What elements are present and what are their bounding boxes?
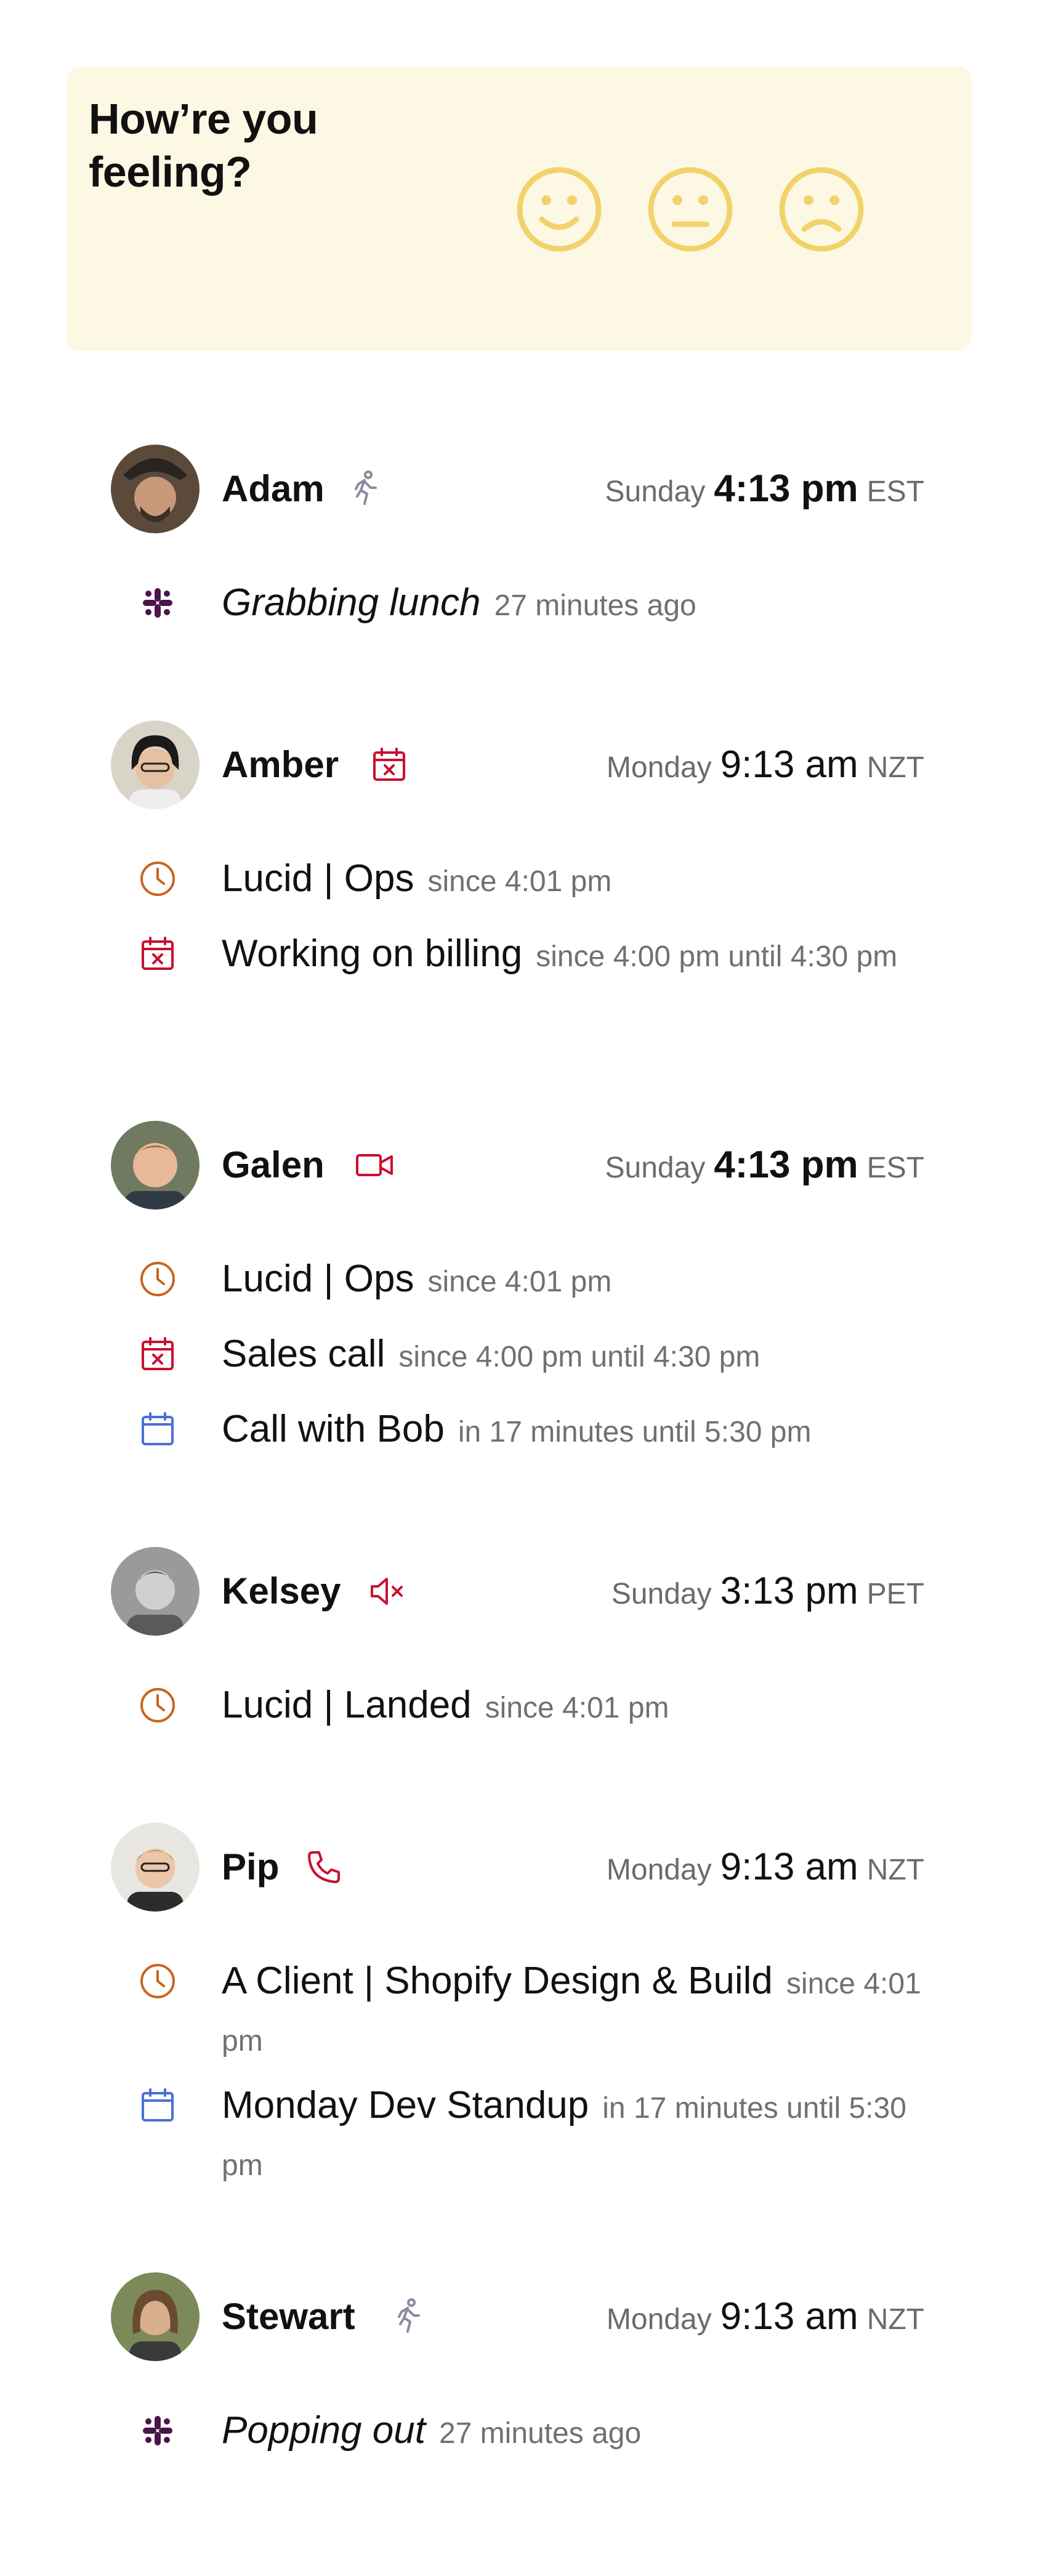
row-label: A Client | Shopify Design & Build xyxy=(222,1960,773,2002)
walking-icon xyxy=(346,469,385,509)
row-meta: since 4:00 pm until 4:30 pm xyxy=(398,1341,761,1373)
local-time: Monday 9:13 am NZT xyxy=(606,1846,924,1888)
row-label: Monday Dev Standup xyxy=(222,2084,589,2126)
avatar xyxy=(111,2272,200,2361)
row-meta: since 4:01 pm xyxy=(427,1266,612,1298)
row-label: Grabbing lunch xyxy=(222,581,481,624)
row-text: Lucid | Ops since 4:01 pm xyxy=(222,1254,930,1314)
calendar-busy-icon xyxy=(138,934,177,974)
walking-icon xyxy=(389,2297,429,2336)
muted-icon xyxy=(368,1572,408,1611)
row-text: Working on billing since 4:00 pm until 4:… xyxy=(222,929,930,989)
calendar-icon xyxy=(138,2086,177,2125)
row-text: Lucid | Ops since 4:01 pm xyxy=(222,854,930,914)
person-name: Adam xyxy=(222,468,325,509)
clock-icon xyxy=(138,1961,177,2001)
row-label: Working on billing xyxy=(222,932,523,975)
sad-face-icon[interactable] xyxy=(777,165,866,254)
local-time: Monday 9:13 am NZT xyxy=(606,2295,924,2338)
neutral-face-icon[interactable] xyxy=(646,165,735,254)
row-text: Popping out 27 minutes ago xyxy=(222,2405,930,2466)
row-meta: since 4:00 pm until 4:30 pm xyxy=(536,940,898,973)
avatar xyxy=(111,721,200,809)
row-text: Monday Dev Standup in 17 minutes until 5:… xyxy=(222,2080,930,2198)
local-time: Monday 9:13 am NZT xyxy=(606,743,924,786)
happy-face-icon[interactable] xyxy=(515,165,603,254)
clock-icon xyxy=(138,1259,177,1299)
row-meta: 27 minutes ago xyxy=(494,589,696,622)
person-name: Pip xyxy=(222,1846,280,1888)
row-label: Lucid | Landed xyxy=(222,1684,472,1726)
row-meta: 27 minutes ago xyxy=(438,2417,642,2450)
feeling-question: How’re you feeling? xyxy=(89,95,318,196)
avatar xyxy=(111,1121,200,1209)
row-label: Lucid | Ops xyxy=(222,857,414,900)
local-time: Sunday 4:13 pm EST xyxy=(605,1144,924,1186)
row-text: Grabbing lunch 27 minutes ago xyxy=(222,578,930,638)
row-meta: since 4:01 pm xyxy=(485,1692,669,1724)
row-label: Sales call xyxy=(222,1333,385,1375)
row-label: Call with Bob xyxy=(222,1408,445,1450)
calendar-busy-icon xyxy=(369,745,409,785)
person-name: Kelsey xyxy=(222,1570,341,1612)
row-meta: in 17 minutes until 5:30 pm xyxy=(458,1416,812,1448)
clock-icon xyxy=(138,1686,177,1725)
slack-icon xyxy=(138,583,177,623)
calendar-icon xyxy=(138,1410,177,1449)
slack-icon xyxy=(138,2411,177,2450)
row-text: Call with Bob in 17 minutes until 5:30 pm xyxy=(222,1404,930,1464)
local-time: Sunday 3:13 pm PET xyxy=(611,1570,924,1612)
avatar xyxy=(111,1823,200,1912)
row-text: Lucid | Landed since 4:01 pm xyxy=(222,1680,930,1740)
row-label: Popping out xyxy=(222,2409,426,2452)
avatar xyxy=(111,1547,200,1636)
person-name: Galen xyxy=(222,1144,325,1185)
avatar xyxy=(111,445,200,533)
phone-icon xyxy=(304,1847,344,1887)
row-meta: since 4:01 pm xyxy=(427,865,612,898)
clock-icon xyxy=(138,859,177,898)
person-name: Stewart xyxy=(222,2296,355,2337)
person-name: Amber xyxy=(222,744,339,785)
row-text: A Client | Shopify Design & Build since 4… xyxy=(222,1956,930,2073)
row-label: Lucid | Ops xyxy=(222,1258,414,1300)
calendar-busy-icon xyxy=(138,1334,177,1374)
local-time: Sunday 4:13 pm EST xyxy=(605,467,924,510)
video-icon xyxy=(355,1145,394,1185)
row-text: Sales call since 4:00 pm until 4:30 pm xyxy=(222,1329,930,1389)
